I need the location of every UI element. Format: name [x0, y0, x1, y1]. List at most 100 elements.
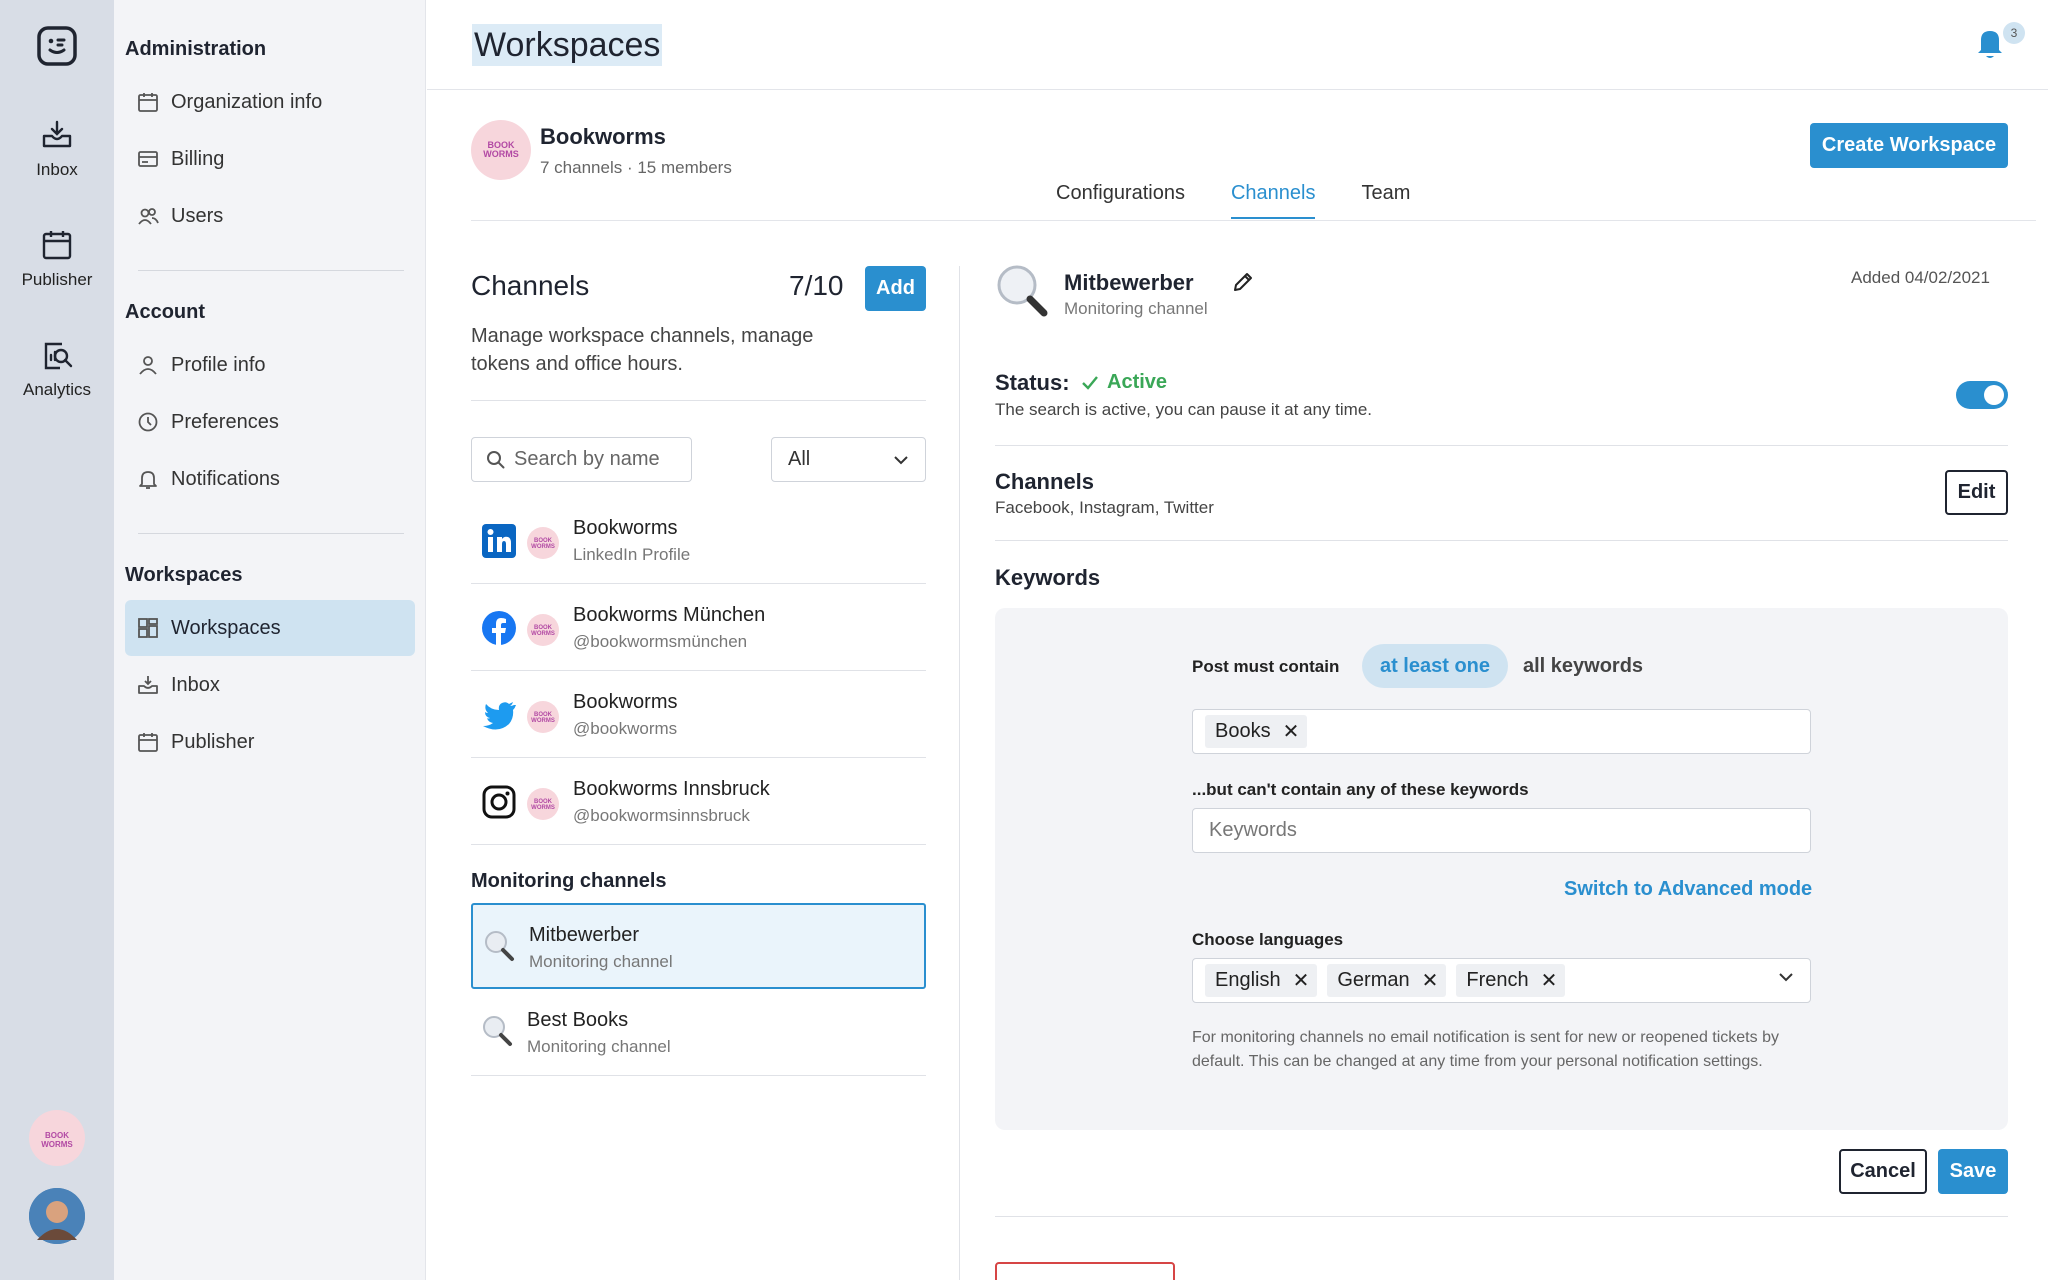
tab-configurations[interactable]: Configurations: [1056, 182, 1185, 219]
sidebar-item-workspaces[interactable]: Workspaces: [125, 600, 415, 656]
remove-language-icon[interactable]: ✕: [1293, 968, 1310, 993]
channel-row-instagram[interactable]: BOOK WORMS Bookworms Innsbruck @bookworm…: [471, 759, 926, 845]
tab-channels[interactable]: Channels: [1230, 182, 1316, 219]
monitoring-type: Monitoring channel: [527, 1037, 671, 1056]
twitter-icon: [483, 702, 516, 730]
rail-publisher-label: Publisher: [21, 270, 93, 289]
workspace-mini-avatar-text: BOOK WORMS: [531, 712, 555, 724]
remove-language-icon[interactable]: ✕: [1541, 968, 1558, 993]
card-icon: [138, 151, 158, 167]
workspace-mini-avatar-text: BOOK WORMS: [531, 538, 555, 550]
mode-all-keywords[interactable]: all keywords: [1518, 644, 1648, 688]
sidebar-item-label: Billing: [171, 147, 225, 170]
sidebar-section-workspaces: Workspaces: [125, 564, 243, 586]
remove-keyword-icon[interactable]: ✕: [1283, 719, 1300, 744]
advanced-mode-link[interactable]: Switch to Advanced mode: [1564, 878, 1812, 901]
remove-channel-button[interactable]: [995, 1262, 1175, 1280]
status-value-text: Active: [1107, 371, 1168, 393]
calendar-icon: [42, 231, 72, 260]
column-separator: [959, 266, 960, 1280]
user-avatar-icon: [29, 1188, 85, 1244]
instagram-icon: [482, 785, 516, 819]
exclude-keywords-label: ...but can't contain any of these keywor…: [1192, 780, 1529, 799]
tabs-divider: [471, 220, 2036, 221]
save-button[interactable]: Save: [1938, 1149, 2008, 1194]
magnifier-icon: [485, 931, 514, 961]
filter-value: All: [788, 448, 811, 470]
search-icon: [487, 450, 505, 468]
monitoring-row-best-books[interactable]: Best Books Monitoring channel: [471, 990, 926, 1076]
channels-title: Channels: [471, 270, 590, 301]
workspace-logo: BOOK WORMS: [471, 120, 531, 180]
sidebar-item-preferences[interactable]: Preferences: [125, 394, 415, 450]
channel-name: Bookworms München: [573, 604, 766, 626]
tab-team[interactable]: Team: [1361, 182, 1410, 219]
detail-channel-type: Monitoring channel: [1064, 299, 1208, 318]
facebook-icon: [482, 611, 516, 645]
keyword-chip: Books ✕: [1205, 715, 1308, 748]
linkedin-icon: [482, 524, 516, 558]
inbox-icon: [138, 676, 158, 694]
language-chip: English ✕: [1205, 964, 1318, 997]
channel-row-twitter[interactable]: BOOK WORMS Bookworms @bookworms: [471, 672, 926, 758]
add-channel-button[interactable]: Add: [865, 266, 926, 311]
monitoring-row-mitbewerber[interactable]: Mitbewerber Monitoring channel: [471, 903, 926, 989]
detail-divider: [995, 540, 2008, 541]
languages-select[interactable]: English ✕ German ✕ French ✕: [1192, 958, 1811, 1003]
channel-name: Bookworms: [573, 691, 678, 713]
sidebar-item-label: Publisher: [171, 730, 255, 753]
workspace-mini-avatar: BOOK WORMS: [527, 788, 559, 820]
languages-label: Choose languages: [1192, 930, 1344, 949]
chevron-down-icon[interactable]: [1778, 972, 1794, 982]
sidebar-item-profile-info[interactable]: Profile info: [125, 337, 415, 393]
analytics-icon: [44, 342, 73, 370]
main-content: Workspaces 3 BOOK WORMS Bookworms 7 chan…: [427, 0, 2048, 1280]
sidebar-item-inbox[interactable]: Inbox: [125, 657, 415, 713]
exclude-keywords-input[interactable]: Keywords: [1192, 808, 1811, 853]
include-keywords-input[interactable]: Books ✕: [1192, 709, 1811, 754]
mode-at-least-one[interactable]: at least one: [1362, 644, 1508, 688]
bell-icon: [139, 471, 157, 489]
edit-channels-button[interactable]: Edit: [1945, 470, 2008, 515]
detail-divider: [995, 1216, 2008, 1217]
sidebar-item-organization-info[interactable]: Organization info: [125, 74, 415, 130]
pencil-icon[interactable]: [1231, 270, 1255, 294]
calendar-icon: [138, 93, 158, 112]
sidebar-section-account: Account: [125, 301, 205, 323]
create-workspace-button[interactable]: Create Workspace: [1810, 123, 2008, 168]
keyword-chip-label: Books: [1215, 720, 1271, 742]
channel-row-facebook[interactable]: BOOK WORMS Bookworms München @bookwormsm…: [471, 585, 926, 671]
channel-filter-select[interactable]: All: [771, 437, 926, 482]
channel-row-linkedin[interactable]: BOOK WORMS Bookworms LinkedIn Profile: [471, 498, 926, 584]
workspace-avatar[interactable]: BOOK WORMS: [29, 1110, 85, 1166]
must-contain-label: Post must contain: [1192, 657, 1340, 676]
rail-inbox-label: Inbox: [36, 160, 78, 179]
channel-search-input[interactable]: Search by name: [471, 437, 692, 482]
check-icon: [1082, 375, 1098, 390]
sidebar-item-users[interactable]: Users: [125, 188, 415, 244]
user-avatar[interactable]: [29, 1188, 85, 1244]
users-icon: [138, 208, 159, 225]
sidebar-item-label: Inbox: [171, 673, 220, 696]
rail-inbox[interactable]: Inbox: [0, 118, 114, 180]
status-toggle[interactable]: [1956, 381, 2008, 409]
status-label: Status:: [995, 370, 1070, 395]
rail-publisher[interactable]: Publisher: [0, 228, 114, 290]
workspace-name: Bookworms: [540, 124, 666, 149]
detail-channels-title: Channels: [995, 469, 1095, 494]
app-logo-icon[interactable]: [37, 26, 77, 66]
rail-analytics[interactable]: Analytics: [0, 338, 114, 400]
sidebar-item-billing[interactable]: Billing: [125, 131, 415, 187]
monitoring-name: Mitbewerber: [529, 924, 640, 946]
remove-language-icon[interactable]: ✕: [1422, 968, 1439, 993]
notifications-bell-icon[interactable]: [1975, 26, 2005, 60]
sidebar-item-notifications[interactable]: Notifications: [125, 451, 415, 507]
notification-count-badge: 3: [2003, 22, 2025, 44]
cancel-button[interactable]: Cancel: [1839, 1149, 1927, 1194]
sidebar-item-label: Profile info: [171, 353, 266, 376]
person-icon: [139, 356, 157, 375]
chevron-down-icon: [894, 455, 908, 464]
sidebar-item-publisher[interactable]: Publisher: [125, 714, 415, 770]
channels-count: 7/10: [789, 270, 844, 301]
workspace-mini-avatar: BOOK WORMS: [527, 701, 559, 733]
